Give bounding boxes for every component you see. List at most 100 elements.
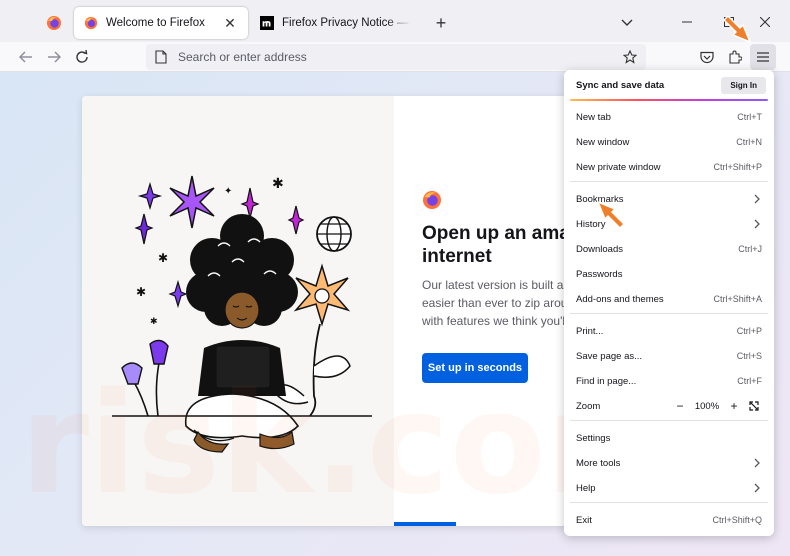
menu-item-shortcut: Ctrl+Shift+P	[713, 162, 762, 172]
menu-item-label: Downloads	[576, 243, 623, 255]
tab-title: Welcome to Firefox	[106, 17, 205, 29]
back-button[interactable]	[13, 45, 39, 69]
menu-item-print[interactable]: Print... Ctrl+P	[568, 320, 770, 342]
menu-separator	[570, 313, 768, 314]
hamburger-menu-icon	[757, 52, 769, 62]
tab-welcome[interactable]: Welcome to Firefox ✕	[74, 7, 248, 39]
menu-item-passwords[interactable]: Passwords	[568, 263, 770, 285]
close-window-button[interactable]	[750, 8, 780, 36]
menu-item-shortcut: Ctrl+Shift+Q	[712, 515, 762, 525]
menu-item-label: New tab	[576, 111, 611, 123]
menu-item-label: More tools	[576, 457, 621, 469]
welcome-subtitle-line: with features we think you'll love.	[422, 314, 582, 328]
address-bar[interactable]: Search or enter address	[146, 44, 646, 70]
menu-item-label: Help	[576, 482, 596, 494]
fullscreen-button[interactable]	[746, 398, 762, 414]
forward-arrow-icon	[48, 51, 61, 63]
menu-item-downloads[interactable]: Downloads Ctrl+J	[568, 238, 770, 260]
application-menu: Sync and save data Sign In New tab Ctrl+…	[564, 70, 774, 536]
address-bar-placeholder: Search or enter address	[178, 50, 307, 64]
welcome-card: ✱ ✦ ✱ ✱ ✱ Open up an ama internet Our la…	[82, 96, 582, 526]
menu-item-new-tab[interactable]: New tab Ctrl+T	[568, 106, 770, 128]
menu-separator	[570, 181, 768, 182]
svg-text:✦: ✦	[224, 186, 232, 197]
svg-text:✱: ✱	[136, 285, 146, 299]
firefox-view-button[interactable]	[40, 10, 68, 36]
menu-item-exit[interactable]: Exit Ctrl+Shift+Q	[568, 509, 770, 531]
menu-item-label: Find in page...	[576, 375, 637, 387]
menu-item-label: New private window	[576, 161, 661, 173]
menu-item-more-tools[interactable]: More tools	[568, 452, 770, 474]
menu-item-help[interactable]: Help	[568, 477, 770, 499]
welcome-text-panel: Open up an amazing internet Our latest v…	[394, 96, 582, 526]
welcome-subtitle-line: easier than ever to zip around the	[422, 296, 582, 310]
star-icon	[623, 50, 637, 64]
firefox-icon	[47, 16, 61, 30]
chevron-right-icon	[754, 458, 760, 468]
chevron-right-icon	[754, 219, 760, 229]
close-tab-icon[interactable]: ✕	[222, 15, 238, 31]
new-tab-button[interactable]: +	[430, 12, 452, 34]
list-all-tabs-button[interactable]	[616, 12, 638, 34]
welcome-subtitle-line: Our latest version is built around	[422, 278, 582, 292]
mozilla-icon	[260, 16, 274, 30]
svg-text:✱: ✱	[158, 251, 168, 265]
puzzle-piece-icon	[729, 50, 742, 64]
pointer-arrow-icon	[724, 14, 752, 44]
sync-header: Sync and save data Sign In	[564, 70, 774, 100]
pointer-arrow-icon	[596, 200, 626, 230]
zoom-reset-button[interactable]: 100%	[692, 401, 722, 412]
menu-item-shortcut: Ctrl+S	[736, 351, 762, 361]
menu-item-shortcut: Ctrl+N	[736, 137, 762, 147]
firefox-icon	[84, 16, 98, 30]
menu-item-new-window[interactable]: New window Ctrl+N	[568, 131, 770, 153]
zoom-out-button[interactable]: −	[672, 398, 688, 414]
tab-title: Firefox Privacy Notice — Mozilla	[282, 17, 412, 29]
menu-item-new-private-window[interactable]: New private window Ctrl+Shift+P	[568, 156, 770, 178]
zoom-in-button[interactable]: +	[726, 398, 742, 414]
menu-item-shortcut: Ctrl+F	[737, 376, 762, 386]
firefox-logo-icon	[423, 191, 441, 209]
menu-item-find-in-page[interactable]: Find in page... Ctrl+F	[568, 370, 770, 392]
set-up-button[interactable]: Set up in seconds	[422, 353, 528, 383]
menu-item-settings[interactable]: Settings	[568, 427, 770, 449]
menu-item-shortcut: Ctrl+Shift+A	[713, 294, 762, 304]
menu-item-add-ons-and-themes[interactable]: Add-ons and themes Ctrl+Shift+A	[568, 288, 770, 310]
menu-item-save-page-as[interactable]: Save page as... Ctrl+S	[568, 345, 770, 367]
person-with-laptop-illustration: ✱ ✦ ✱ ✱ ✱	[112, 175, 372, 453]
back-arrow-icon	[19, 51, 32, 63]
bookmark-star-button[interactable]	[618, 45, 642, 69]
menu-item-label: New window	[576, 136, 630, 148]
reload-icon	[76, 50, 88, 63]
pocket-icon	[700, 51, 714, 63]
minimize-button[interactable]	[672, 8, 702, 36]
welcome-heading: Open up an amazing internet	[422, 222, 582, 268]
tab-strip: Welcome to Firefox ✕ Firefox Privacy Not…	[0, 0, 790, 42]
close-icon	[760, 17, 770, 27]
menu-item-label: Zoom	[576, 400, 601, 412]
page-icon	[155, 50, 167, 64]
minimize-icon	[682, 21, 692, 23]
menu-item-shortcut: Ctrl+T	[737, 112, 762, 122]
chevron-right-icon	[754, 483, 760, 493]
sign-in-button[interactable]: Sign In	[721, 76, 766, 94]
menu-item-label: Print...	[576, 325, 604, 337]
onboarding-progress-indicator	[394, 522, 456, 526]
chevron-right-icon	[754, 194, 760, 204]
menu-item-label: Settings	[576, 432, 611, 444]
pocket-button[interactable]	[694, 45, 720, 69]
open-application-menu-button[interactable]	[750, 44, 776, 70]
reload-button[interactable]	[69, 45, 95, 69]
welcome-heading-line: internet	[422, 246, 492, 267]
menu-separator	[570, 420, 768, 421]
welcome-heading-line: Open up an amazing	[422, 223, 582, 244]
menu-item-shortcut: Ctrl+P	[736, 326, 762, 336]
extensions-button[interactable]	[722, 45, 748, 69]
navigation-toolbar: Search or enter address	[0, 42, 790, 72]
sync-label: Sync and save data	[576, 79, 665, 91]
menu-item-label: Save page as...	[576, 350, 643, 362]
menu-item-label: Passwords	[576, 268, 623, 280]
tab-privacy-notice[interactable]: Firefox Privacy Notice — Mozilla	[250, 7, 422, 39]
forward-button[interactable]	[41, 45, 67, 69]
welcome-illustration-panel: ✱ ✦ ✱ ✱ ✱	[82, 96, 394, 526]
